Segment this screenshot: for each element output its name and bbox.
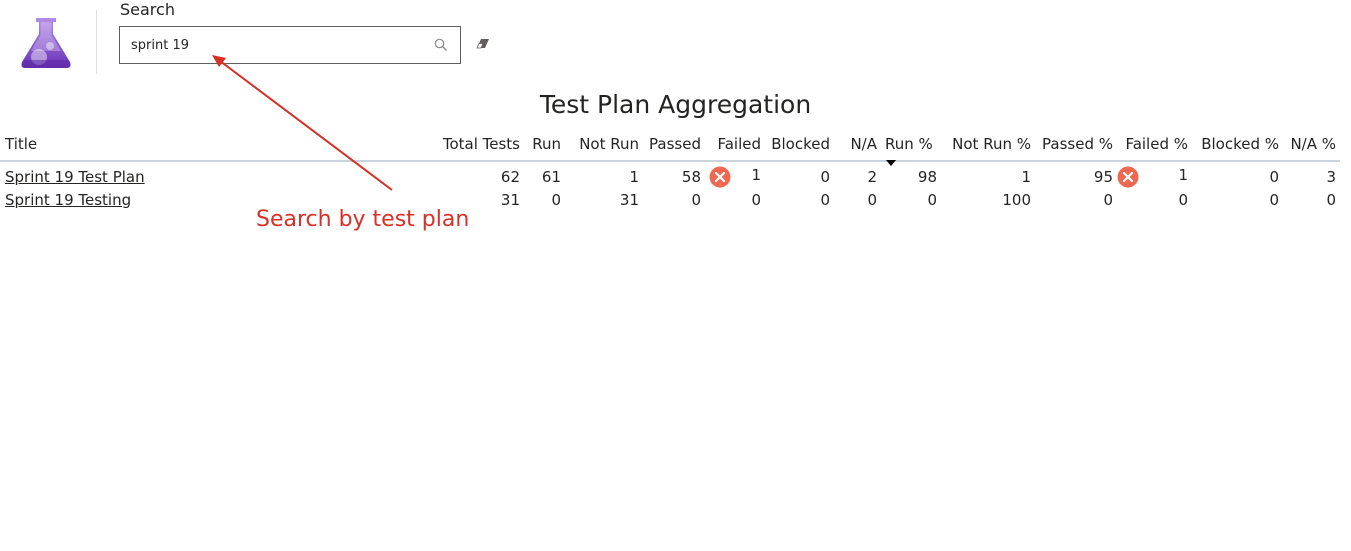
cell-failed-pct-value: 1 (1178, 165, 1188, 184)
column-header-failed-pct[interactable]: Failed % (1117, 128, 1192, 162)
cell-total-tests: 62 (500, 167, 520, 186)
cell-passed-pct: 0 (1103, 190, 1113, 209)
cell-not-run-pct: 100 (1002, 190, 1031, 209)
cell-na: 2 (867, 167, 877, 186)
cell-blocked-pct: 0 (1269, 190, 1279, 209)
column-header-run[interactable]: Run (524, 128, 565, 162)
header-divider (96, 10, 97, 74)
cell-not-run: 1 (629, 167, 639, 186)
column-header-run-pct-label: Run % (885, 135, 933, 153)
cell-na-pct: 0 (1326, 190, 1336, 209)
column-header-run-pct[interactable]: Run % (881, 128, 941, 166)
column-header-na-pct[interactable]: N/A % (1283, 128, 1340, 162)
cell-run: 0 (551, 190, 561, 209)
column-header-total-tests[interactable]: Total Tests (436, 128, 524, 162)
annotation-label: Search by test plan (256, 207, 470, 232)
cell-blocked: 0 (820, 190, 830, 209)
search-label: Search (120, 0, 175, 19)
search-input[interactable]: sprint 19 (119, 26, 461, 64)
failed-x-icon (709, 166, 731, 187)
cell-blocked-pct: 0 (1269, 167, 1279, 186)
table-title: Test Plan Aggregation (539, 90, 812, 119)
table-row: Sprint 19 Test Plan 62 61 1 58 1 0 2 98 … (0, 161, 1340, 188)
test-plan-table: Title Total Tests Run Not Run Passed Fai… (0, 128, 1340, 211)
cell-not-run: 31 (619, 190, 639, 209)
cell-failed: 1 (705, 161, 765, 188)
eraser-icon[interactable] (474, 37, 492, 51)
test-plan-link[interactable]: Sprint 19 Test Plan (5, 168, 145, 186)
cell-passed: 58 (681, 167, 701, 186)
cell-blocked: 0 (820, 167, 830, 186)
column-header-blocked-pct[interactable]: Blocked % (1192, 128, 1283, 162)
column-header-not-run[interactable]: Not Run (565, 128, 643, 162)
annotation-arrow (212, 55, 393, 191)
column-header-title[interactable]: Title (0, 128, 436, 162)
cell-na-pct: 3 (1326, 167, 1336, 186)
flask-icon (21, 18, 71, 68)
column-header-blocked[interactable]: Blocked (765, 128, 834, 162)
cell-run-pct: 0 (927, 190, 937, 209)
search-icon[interactable] (434, 38, 448, 52)
cell-failed-value: 1 (751, 165, 761, 184)
cell-na: 0 (867, 190, 877, 209)
failed-x-icon (1117, 166, 1139, 187)
cell-passed-pct: 95 (1093, 167, 1113, 186)
cell-failed: 0 (751, 190, 761, 209)
column-header-failed[interactable]: Failed (705, 128, 765, 162)
cell-passed: 0 (691, 190, 701, 209)
test-plan-link[interactable]: Sprint 19 Testing (5, 191, 131, 209)
cell-failed-pct: 1 (1117, 161, 1192, 188)
column-header-not-run-pct[interactable]: Not Run % (941, 128, 1035, 162)
cell-not-run-pct: 1 (1021, 167, 1031, 186)
search-input-value[interactable]: sprint 19 (131, 38, 189, 54)
column-header-na[interactable]: N/A (834, 128, 881, 162)
cell-run: 61 (541, 167, 561, 186)
column-header-passed[interactable]: Passed (643, 128, 705, 162)
sort-descending-icon (886, 160, 896, 166)
table-header-row: Title Total Tests Run Not Run Passed Fai… (0, 128, 1340, 166)
table-row: Sprint 19 Testing 31 0 31 0 0 0 0 0 100 … (0, 188, 1340, 211)
column-header-passed-pct[interactable]: Passed % (1035, 128, 1117, 162)
cell-failed-pct: 0 (1178, 190, 1188, 209)
